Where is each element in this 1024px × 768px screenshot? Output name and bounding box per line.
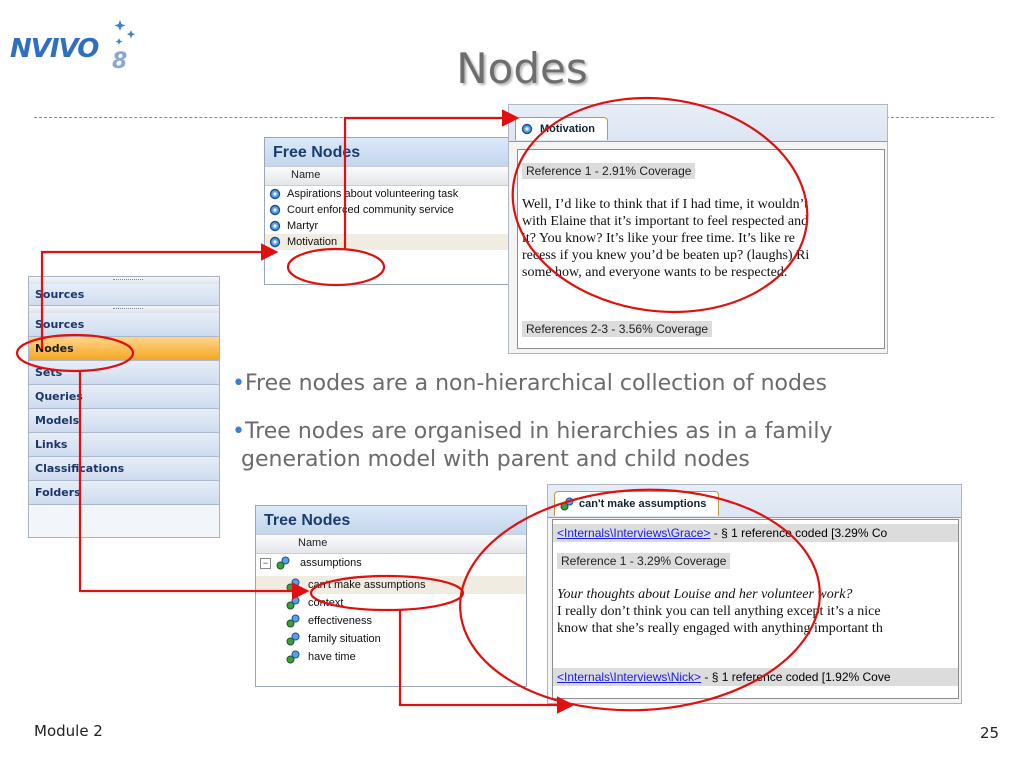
page-number: 25 — [980, 724, 1000, 742]
arrow-to-assumptions-doc — [398, 610, 575, 714]
annotation-overlay — [15, 96, 821, 714]
arrow-to-motivation-doc — [343, 109, 520, 250]
arrow-to-tree-nodes — [78, 370, 310, 600]
highlight-ellipse-assumptions-doc — [459, 488, 821, 712]
highlight-ellipse-motivation-doc — [511, 96, 809, 314]
highlight-ellipse-motivation — [286, 247, 386, 287]
footer-module: Module 2 — [34, 722, 103, 740]
highlight-ellipse-cant-make-assumptions — [309, 574, 465, 612]
highlight-ellipse-nodes — [15, 333, 135, 373]
